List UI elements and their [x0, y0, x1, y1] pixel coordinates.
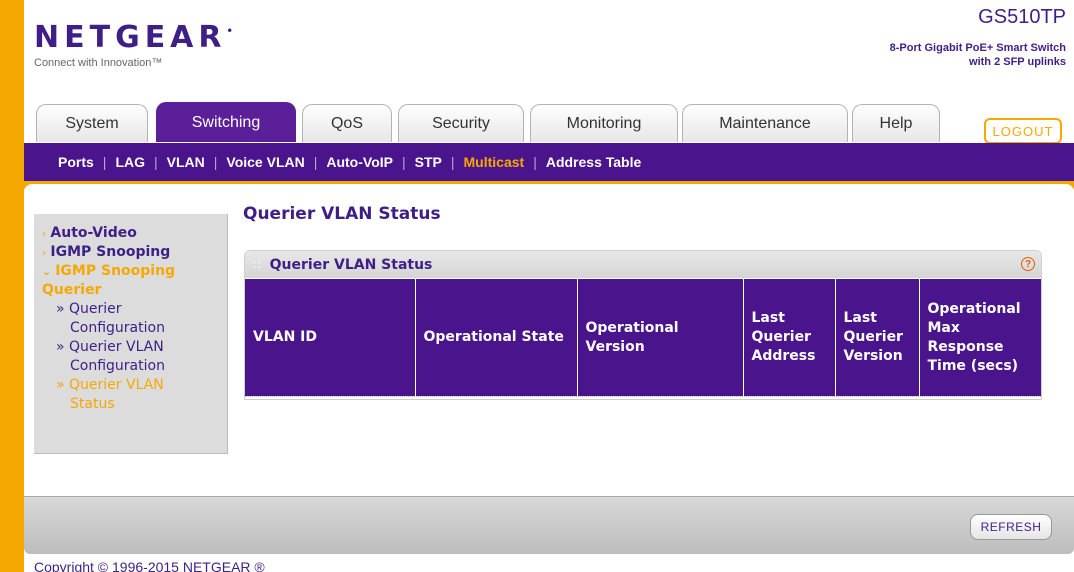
tab-security[interactable]: Security — [398, 104, 524, 142]
subnav-separator: | — [450, 154, 455, 170]
content-area: › Auto-Video › IGMP Snooping ⌄ IGMP Snoopin… — [24, 184, 1074, 496]
header: NETGEAR• Connect with Innovation™ GS510T… — [24, 0, 1074, 100]
menu-querier-vlan-status[interactable]: » Querier VLAN Status — [42, 376, 227, 414]
menu-querier-vlan-configuration[interactable]: » Querier VLAN Configuration — [42, 338, 227, 376]
column-header-operational-max-response-time: Operational Max Response Time (secs) — [919, 279, 1041, 396]
menu-auto-video[interactable]: › Auto-Video — [42, 224, 227, 243]
tagline: Connect with Innovation™ — [34, 57, 163, 69]
querier-vlan-status-table: VLAN ID Operational State Operational Ve… — [245, 279, 1041, 396]
model-description: 8-Port Gigabit PoE+ Smart Switch with 2 … — [890, 41, 1066, 69]
subnav-separator: | — [102, 154, 107, 170]
subnav-separator: | — [213, 154, 218, 170]
column-header-operational-state: Operational State — [415, 279, 578, 396]
tab-qos[interactable]: QoS — [302, 104, 392, 142]
column-header-last-querier-version: Last Querier Version — [835, 279, 920, 396]
subnav-separator: | — [313, 154, 318, 170]
chevron-right-icon: › — [42, 227, 47, 240]
model-name: GS510TP — [978, 6, 1066, 28]
subnav-multicast[interactable]: Multicast — [464, 154, 525, 170]
model-description-line-2: with 2 SFP uplinks — [969, 56, 1066, 68]
subnav-ports[interactable]: Ports — [58, 154, 94, 170]
model-description-line-1: 8-Port Gigabit PoE+ Smart Switch — [889, 42, 1066, 54]
page-title: Querier VLAN Status — [243, 204, 441, 224]
chevron-right-icon: › — [42, 246, 47, 259]
subnav-separator: | — [154, 154, 158, 170]
subnav-address-table[interactable]: Address Table — [546, 154, 641, 170]
main-tabs: System Switching QoS Security Monitoring… — [36, 102, 1056, 142]
netgear-logo: NETGEAR• — [34, 20, 233, 55]
subnav-lag[interactable]: LAG — [115, 154, 145, 170]
column-header-last-querier-address: Last Querier Address — [743, 279, 836, 396]
subnav-auto-voip[interactable]: Auto-VoIP — [326, 154, 393, 170]
status-panel: ∷ Querier VLAN Status ? VLAN ID Operatio… — [244, 250, 1042, 400]
tab-monitoring[interactable]: Monitoring — [530, 104, 678, 142]
subnav-separator: | — [401, 154, 406, 170]
sub-navigation: Ports | LAG | VLAN | Voice VLAN | Auto-V… — [24, 143, 1074, 181]
grip-icon: ∷ — [253, 257, 261, 272]
help-icon[interactable]: ? — [1021, 257, 1035, 271]
page: NETGEAR• Connect with Innovation™ GS510T… — [24, 0, 1074, 572]
tab-help[interactable]: Help — [852, 104, 940, 142]
subnav-stp[interactable]: STP — [415, 154, 442, 170]
subnav-separator: | — [533, 154, 537, 170]
tab-maintenance[interactable]: Maintenance — [682, 104, 848, 142]
panel-title: Querier VLAN Status — [269, 256, 433, 273]
column-header-operational-version: Operational Version — [577, 279, 744, 396]
column-header-vlan-id: VLAN ID — [245, 279, 416, 396]
table-header-row: VLAN ID Operational State Operational Ve… — [245, 279, 1041, 396]
menu-igmp-snooping[interactable]: › IGMP Snooping — [42, 243, 227, 262]
left-menu: › Auto-Video › IGMP Snooping ⌄ IGMP Snoopin… — [34, 214, 228, 454]
chevron-down-icon: ⌄ — [42, 265, 52, 278]
menu-querier-configuration[interactable]: » Querier Configuration — [42, 300, 227, 338]
logout-button[interactable]: LOGOUT — [984, 118, 1062, 144]
menu-igmp-snooping-querier[interactable]: ⌄ IGMP Snooping Querier — [42, 262, 227, 300]
copyright: Copyright © 1996-2015 NETGEAR ® — [34, 559, 265, 572]
refresh-button[interactable]: REFRESH — [970, 514, 1052, 540]
footer-bar: REFRESH — [24, 496, 1074, 554]
subnav-voice-vlan[interactable]: Voice VLAN — [226, 154, 304, 170]
tab-switching[interactable]: Switching — [156, 102, 296, 142]
tab-system[interactable]: System — [36, 104, 148, 142]
panel-header: ∷ Querier VLAN Status ? — [245, 251, 1041, 278]
panel-footer — [245, 396, 1041, 400]
subnav-vlan[interactable]: VLAN — [167, 154, 205, 170]
